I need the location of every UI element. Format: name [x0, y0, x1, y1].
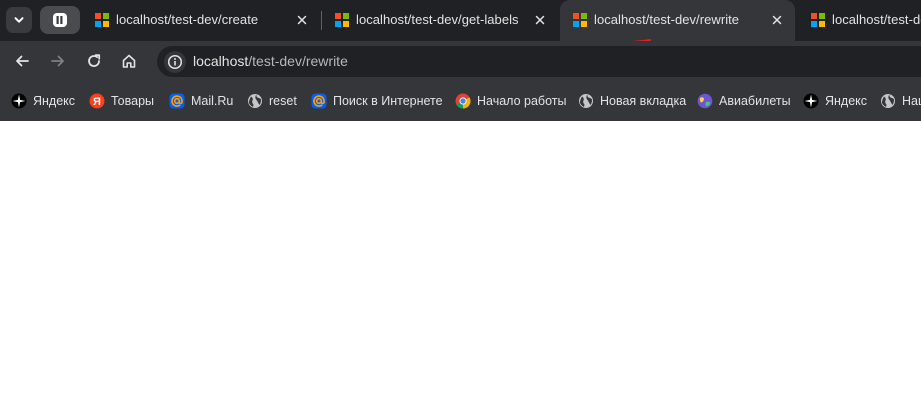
info-icon: [167, 54, 183, 70]
bookmark-yandex[interactable]: Яндекс: [11, 91, 75, 111]
home-button[interactable]: [117, 49, 141, 73]
bookmark-search[interactable]: Поиск в Интернете: [311, 91, 443, 111]
site-info-button[interactable]: [164, 51, 186, 73]
bookmark-tovary[interactable]: Я Товары: [89, 91, 154, 111]
bookmark-label: Начало работы: [477, 94, 567, 108]
mailru-at-icon: [169, 93, 185, 109]
bookmark-label: reset: [269, 94, 297, 108]
tab-title: localhost/test-dev: [832, 12, 921, 27]
pinned-extension-button[interactable]: [40, 6, 80, 34]
reload-button[interactable]: [82, 49, 106, 73]
bookmark-label: Яндекс: [33, 94, 76, 108]
bookmark-label: Новая вкладка: [600, 94, 687, 108]
forward-button[interactable]: [46, 49, 70, 73]
tab-strip: localhost/test-dev/create localhost/test…: [0, 0, 921, 44]
close-tab-icon[interactable]: [769, 12, 785, 28]
browser-toolbar: localhost/test-dev/rewrite: [0, 41, 921, 81]
url-text[interactable]: localhost/test-dev/rewrite: [193, 53, 348, 69]
bookmark-label: Mail.Ru: [191, 94, 234, 108]
bookmarks-bar: Яндекс Я Товары Mail.Ru reset Поиск в Ин…: [0, 81, 921, 121]
bookmark-label: Поиск в Интернете: [333, 94, 443, 108]
bookmark-label: Авиабилеты: [719, 94, 791, 108]
reload-icon: [88, 54, 101, 67]
planet-icon: [697, 93, 713, 109]
bookmark-yandex-2[interactable]: Яндекс: [803, 91, 867, 111]
site-favicon-icon: [95, 13, 109, 27]
bookmark-truncated[interactable]: Нац: [880, 91, 921, 111]
close-tab-icon[interactable]: [532, 12, 548, 28]
bookmark-reset[interactable]: reset: [247, 91, 297, 111]
bookmark-getting-started[interactable]: Начало работы: [455, 91, 566, 111]
bookmark-new-tab[interactable]: Новая вкладка: [578, 91, 686, 111]
bookmark-label: Нац: [902, 94, 921, 108]
url-path: /test-dev/rewrite: [248, 53, 348, 69]
site-favicon-icon: [573, 13, 587, 27]
bookmark-label: Товары: [111, 94, 154, 108]
tab-title: localhost/test-dev/rewrite: [594, 12, 740, 27]
tab-search-button[interactable]: [6, 7, 32, 33]
globe-icon: [880, 93, 896, 109]
home-icon: [122, 54, 136, 68]
site-favicon-icon: [811, 13, 825, 27]
arrow-left-icon: [16, 55, 29, 67]
close-tab-icon[interactable]: [294, 12, 310, 28]
back-button[interactable]: [10, 49, 34, 73]
globe-icon: [247, 93, 263, 109]
url-host: localhost: [193, 53, 249, 69]
yandex-y-icon: Я: [89, 93, 105, 109]
pause-extension-icon: [53, 13, 67, 27]
address-bar[interactable]: localhost/test-dev/rewrite: [157, 46, 921, 77]
tab-get-labels[interactable]: localhost/test-dev/get-labels: [322, 0, 560, 41]
tab-title: localhost/test-dev/get-labels: [356, 12, 519, 27]
tab-create[interactable]: localhost/test-dev/create: [82, 0, 320, 41]
bookmark-label: Яндекс: [825, 94, 868, 108]
svg-text:Я: Я: [93, 96, 101, 108]
bookmark-avia[interactable]: Авиабилеты: [697, 91, 791, 111]
mailru-at-icon: [311, 93, 327, 109]
yandex-star-icon: [11, 93, 27, 109]
bookmark-mailru[interactable]: Mail.Ru: [169, 91, 233, 111]
tab-title: localhost/test-dev/create: [116, 12, 259, 27]
chrome-icon: [455, 93, 471, 109]
tab-test-dev[interactable]: localhost/test-dev: [798, 0, 921, 41]
chevron-down-icon: [14, 17, 24, 23]
globe-icon: [578, 93, 594, 109]
page-content: [0, 121, 921, 417]
yandex-star-icon: [803, 93, 819, 109]
arrow-right-icon: [51, 55, 64, 67]
site-favicon-icon: [335, 13, 349, 27]
tab-rewrite[interactable]: localhost/test-dev/rewrite: [560, 0, 795, 44]
